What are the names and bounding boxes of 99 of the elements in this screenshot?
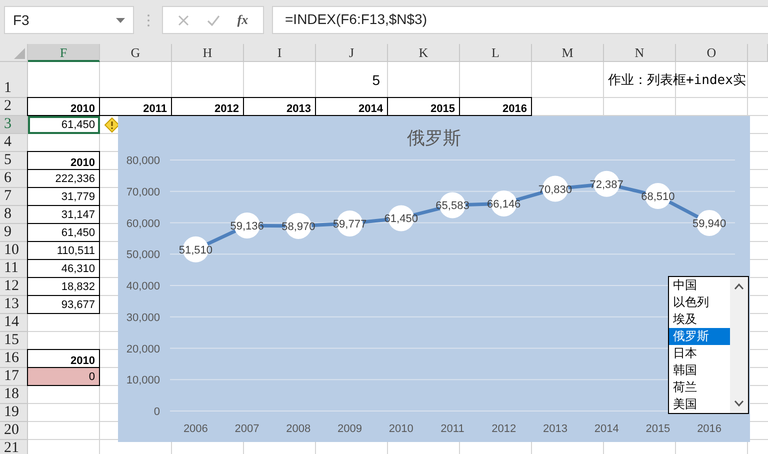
row-header[interactable]: 11 <box>0 260 28 278</box>
table-cell: 61,450 <box>28 116 100 134</box>
select-all-button[interactable] <box>0 44 28 62</box>
column-header[interactable]: N <box>604 44 676 62</box>
data-label: 58,970 <box>282 220 316 233</box>
caret-icon <box>116 18 125 22</box>
column-header[interactable]: L <box>460 44 532 62</box>
table-cell: 18,832 <box>27 278 100 296</box>
list-item[interactable]: 日本 <box>669 345 730 362</box>
scroll-down-icon[interactable] <box>734 400 744 407</box>
list-item[interactable]: 荷兰 <box>669 379 730 396</box>
axis-label: 70,000 <box>126 186 160 198</box>
list-item[interactable]: 中国 <box>669 277 730 294</box>
row-header[interactable]: 8 <box>0 206 28 224</box>
table-cell-text: 作业：列表框+index实 <box>607 72 747 90</box>
data-label: 72,387 <box>590 178 624 191</box>
table-cell: 31,147 <box>27 206 100 224</box>
data-label: 68,510 <box>641 191 675 204</box>
row-header[interactable]: 20 <box>0 422 28 440</box>
row-header[interactable]: 13 <box>0 296 28 314</box>
row-header[interactable]: 14 <box>0 314 28 332</box>
list-item[interactable]: 以色列 <box>669 294 730 311</box>
row-header[interactable]: 15 <box>0 332 28 350</box>
row-header[interactable]: 16 <box>0 350 28 368</box>
data-label: 51,510 <box>178 244 212 256</box>
row-header[interactable]: 12 <box>0 278 28 296</box>
axis-label: 2010 <box>388 423 414 435</box>
row-header[interactable]: 6 <box>0 170 28 188</box>
scrollbar[interactable] <box>730 277 748 413</box>
axis-label: 2011 <box>440 423 464 435</box>
insert-function-button[interactable]: fx <box>237 12 248 28</box>
cancel-icon[interactable] <box>178 14 189 26</box>
table-cell: 0 <box>27 367 100 386</box>
list-item[interactable]: 韩国 <box>669 362 730 379</box>
column-header[interactable]: H <box>172 44 244 62</box>
data-label: 59,136 <box>230 220 264 232</box>
axis-label: 20,000 <box>126 343 160 356</box>
axis-label: 30,000 <box>126 312 160 324</box>
axis-label: 2006 <box>183 423 208 435</box>
axis-label: 2016 <box>697 423 722 435</box>
scroll-up-icon[interactable] <box>734 283 744 290</box>
grip-icon <box>147 14 150 27</box>
row-header[interactable]: 4 <box>0 134 28 152</box>
column-header[interactable]: J <box>316 44 388 62</box>
column-header[interactable] <box>748 44 768 62</box>
table-cell-text: 5 <box>371 71 381 90</box>
enter-icon[interactable] <box>206 14 220 26</box>
column-header[interactable]: G <box>100 44 172 62</box>
row-header[interactable]: 17 <box>0 368 28 386</box>
axis-label: 10,000 <box>126 374 160 387</box>
data-label: 66,146 <box>487 198 521 210</box>
table-cell: 61,450 <box>27 224 100 242</box>
table-cell: 110,511 <box>27 242 100 260</box>
list-item[interactable]: 埃及 <box>669 311 730 328</box>
triangle-icon <box>14 48 25 59</box>
axis-label: 2014 <box>594 423 619 435</box>
table-cell: 2010 <box>27 151 100 170</box>
axis-label: 2009 <box>338 423 362 435</box>
chart-title: 俄罗斯 <box>407 128 461 148</box>
axis-label: 60,000 <box>126 218 160 230</box>
column-header[interactable]: K <box>388 44 460 62</box>
column-header[interactable]: I <box>244 44 316 62</box>
axis-label: 50,000 <box>126 249 160 262</box>
data-label: 59,940 <box>692 218 726 230</box>
row-header[interactable]: 9 <box>0 224 28 242</box>
list-item[interactable]: 俄罗斯 <box>669 328 730 345</box>
row-header[interactable]: 19 <box>0 404 28 422</box>
table-cell: 2016 <box>459 97 532 116</box>
row-header[interactable]: 10 <box>0 242 28 260</box>
data-label: 61,450 <box>384 213 418 226</box>
axis-label: 2008 <box>286 423 311 435</box>
row-header[interactable]: 2 <box>0 98 28 116</box>
row-header[interactable]: 5 <box>0 152 28 170</box>
column-header[interactable]: F <box>28 44 100 62</box>
row-header[interactable]: 3 <box>0 116 28 134</box>
axis-label: 2015 <box>646 423 670 435</box>
data-label: 70,830 <box>538 184 572 196</box>
formula-field[interactable]: =INDEX(F6:F13,$N$3) <box>272 6 768 34</box>
axis-label: 40,000 <box>126 280 160 292</box>
row-header[interactable]: 1 <box>0 62 28 98</box>
list-item[interactable]: 美国 <box>669 396 730 413</box>
row-header[interactable]: 18 <box>0 386 28 404</box>
row-header[interactable]: 7 <box>0 188 28 206</box>
axis-label: 0 <box>154 406 160 418</box>
axis-label: 80,000 <box>126 155 160 167</box>
table-cell: 93,677 <box>27 296 100 314</box>
table-cell: 46,310 <box>27 260 100 278</box>
column-header[interactable]: M <box>532 44 604 62</box>
data-label: 59,777 <box>332 218 367 230</box>
axis-label: 2013 <box>542 423 568 435</box>
list-box[interactable]: 中国 以色列 埃及 俄罗斯 日本 韩国 荷兰 美国 <box>668 276 749 414</box>
axis-label: 2012 <box>492 423 516 435</box>
table-cell: 222,336 <box>27 170 100 188</box>
column-header[interactable]: O <box>676 44 748 62</box>
axis-label: 2007 <box>234 423 260 435</box>
name-box[interactable]: F3 <box>4 6 134 34</box>
warning-icon[interactable] <box>104 117 120 133</box>
row-header[interactable]: 21 <box>0 440 28 454</box>
table-cell: 31,779 <box>27 188 100 206</box>
